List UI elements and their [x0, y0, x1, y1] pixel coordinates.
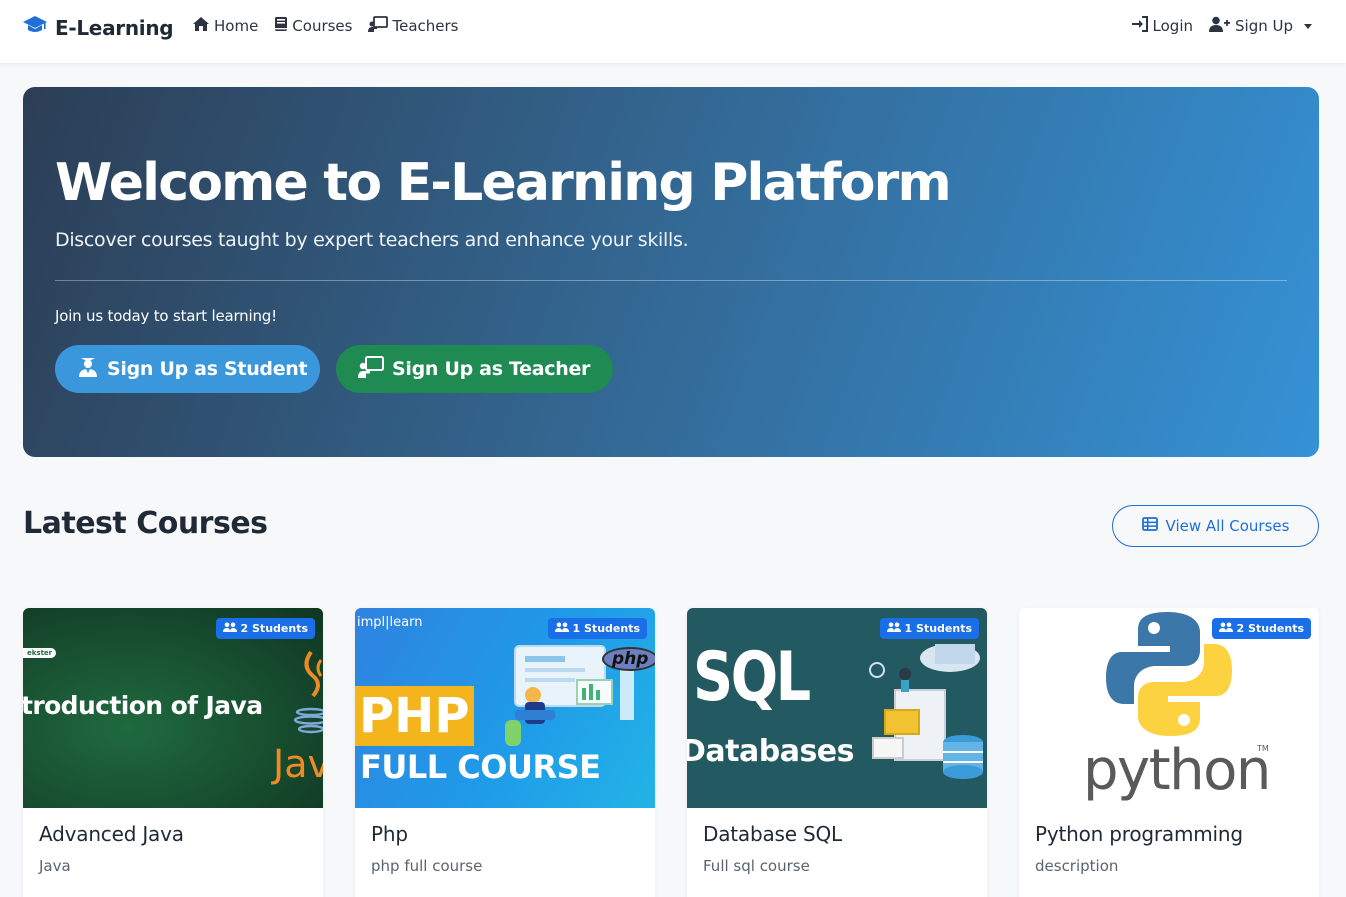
student-count-label: 2 Students [240, 622, 308, 635]
nav-login-label: Login [1152, 17, 1193, 35]
book-icon [274, 16, 288, 36]
course-title: Database SQL [703, 822, 842, 846]
course-title: Php [371, 822, 408, 846]
course-description: php full course [371, 857, 483, 875]
users-icon [222, 622, 237, 635]
nav-courses-label: Courses [292, 17, 353, 35]
nav-right: Login Sign Up [1131, 16, 1312, 36]
signup-teacher-label: Sign Up as Teacher [392, 358, 591, 380]
signup-student-button[interactable]: Sign Up as Student [55, 345, 320, 393]
course-card-python[interactable]: python TM 2 Students Python programming … [1019, 608, 1319, 897]
chevron-down-icon [1304, 23, 1312, 29]
table-list-icon [1141, 517, 1158, 535]
course-thumbnail: ekster troduction of Java Jav 2 Students [23, 608, 323, 808]
nav-home[interactable]: Home [192, 16, 258, 36]
student-count-label: 1 Students [572, 622, 640, 635]
thumbnail-trademark: TM [1257, 744, 1269, 753]
course-description: Java [39, 857, 71, 875]
course-description: Full sql course [703, 857, 810, 875]
student-count-badge: 1 Students [547, 618, 647, 639]
hero-divider [55, 280, 1287, 281]
hero-title: Welcome to E-Learning Platform [55, 153, 952, 213]
hero-join-text: Join us today to start learning! [55, 307, 277, 325]
nav-signup-label: Sign Up [1235, 17, 1293, 35]
course-card-sql[interactable]: SQL Databases 1 Students Database SQL Fu… [687, 608, 987, 897]
student-count-badge: 1 Students [879, 618, 979, 639]
signup-teacher-button[interactable]: Sign Up as Teacher [336, 345, 613, 393]
thumbnail-heading: PHP [355, 686, 474, 746]
nav-links: Home Courses Teachers [192, 16, 458, 36]
user-plus-icon [1209, 16, 1231, 36]
brand-label: E-Learning [55, 15, 174, 40]
course-card-java[interactable]: ekster troduction of Java Jav 2 Students… [23, 608, 323, 897]
student-count-badge: 2 Students [215, 618, 315, 639]
graduation-cap-icon [22, 14, 48, 41]
nav-courses[interactable]: Courses [274, 16, 352, 36]
hero-banner: Welcome to E-Learning Platform Discover … [23, 87, 1319, 457]
student-count-badge: 2 Students [1211, 618, 1311, 639]
course-card-php[interactable]: impl|learn php PHP FULL COURSE 1 Student… [355, 608, 655, 897]
thumbnail-brand: impl|learn [357, 615, 423, 630]
nav-login[interactable]: Login [1131, 16, 1193, 36]
users-icon [1218, 622, 1233, 635]
thumbnail-heading: python [1083, 738, 1271, 803]
course-thumbnail: impl|learn php PHP FULL COURSE 1 Student… [355, 608, 655, 808]
thumbnail-tag: ekster [23, 648, 57, 658]
users-icon [886, 622, 901, 635]
chalkboard-teacher-icon [368, 16, 389, 36]
brand[interactable]: E-Learning [22, 14, 174, 41]
hero-subtitle: Discover courses taught by expert teache… [55, 229, 689, 251]
thumbnail-heading: SQL [693, 638, 811, 717]
view-all-courses-label: View All Courses [1165, 517, 1290, 535]
nav-signup-dropdown[interactable]: Sign Up [1209, 16, 1312, 36]
nav-teachers-label: Teachers [392, 17, 459, 35]
navbar: E-Learning Home Courses Teachers Login S… [0, 0, 1346, 63]
signup-student-label: Sign Up as Student [107, 358, 308, 380]
course-title: Python programming [1035, 822, 1243, 846]
course-thumbnail: python TM 2 Students [1019, 608, 1319, 808]
nav-home-label: Home [214, 17, 259, 35]
home-icon [192, 16, 210, 36]
course-thumbnail: SQL Databases 1 Students [687, 608, 987, 808]
users-icon [554, 622, 569, 635]
thumbnail-heading: troduction of Java [23, 691, 263, 720]
thumbnail-subheading: FULL COURSE [360, 748, 601, 786]
student-count-label: 1 Students [904, 622, 972, 635]
course-title: Advanced Java [39, 822, 184, 846]
chalkboard-teacher-icon [358, 355, 384, 383]
latest-courses-heading: Latest Courses [23, 506, 268, 541]
view-all-courses-button[interactable]: View All Courses [1112, 505, 1319, 547]
course-description: description [1035, 857, 1119, 875]
thumbnail-subheading: Databases [687, 734, 855, 769]
thumbnail-php-logo: php [602, 647, 655, 671]
nav-teachers[interactable]: Teachers [368, 16, 458, 36]
student-count-label: 2 Students [1236, 622, 1304, 635]
java-cup-icon [291, 650, 323, 746]
sign-in-icon [1131, 16, 1149, 36]
user-graduate-icon [77, 356, 99, 383]
server-illustration-icon [865, 630, 985, 794]
thumbnail-java-logo-text: Jav [273, 742, 323, 786]
